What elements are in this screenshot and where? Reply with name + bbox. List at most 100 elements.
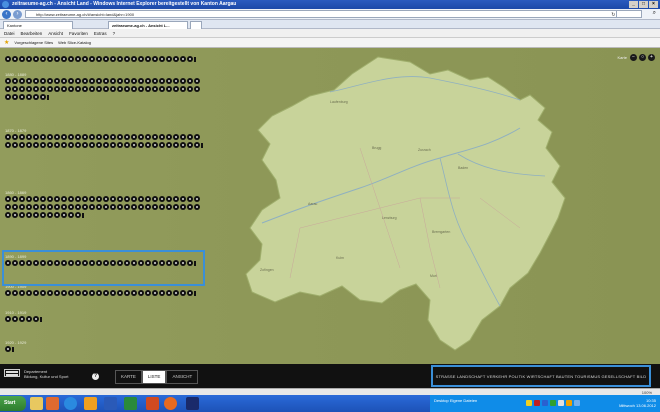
map-pin[interactable] (5, 56, 11, 63)
map-pin[interactable] (173, 56, 179, 63)
map-pin[interactable] (47, 290, 53, 297)
map-pin[interactable] (89, 56, 95, 63)
map-pin[interactable] (124, 134, 130, 141)
map-pin[interactable] (117, 142, 123, 149)
map-pin[interactable] (47, 204, 53, 211)
map-pin[interactable] (110, 78, 116, 85)
maximize-button[interactable]: □ (639, 1, 648, 8)
map-pin[interactable] (26, 204, 32, 211)
forward-button[interactable]: › (13, 10, 22, 19)
map-pin[interactable] (54, 78, 60, 85)
category-bauten[interactable]: BAUTEN (556, 374, 573, 379)
map-pin[interactable] (173, 204, 179, 211)
mode-karte-button[interactable]: KARTE (115, 370, 142, 384)
map-pin[interactable] (5, 86, 11, 93)
map-pin[interactable] (26, 94, 32, 101)
map-pin[interactable] (89, 78, 95, 85)
menu-item-help[interactable]: ? (113, 29, 116, 37)
map-pin[interactable] (5, 142, 11, 149)
map-pin[interactable] (166, 56, 172, 63)
map-pin[interactable] (124, 56, 130, 63)
map-pin[interactable] (194, 134, 200, 141)
map-pin[interactable] (75, 204, 81, 211)
map-pin[interactable] (103, 204, 109, 211)
map-pin[interactable] (40, 212, 46, 219)
map-pin[interactable] (89, 290, 95, 297)
map-pin[interactable] (152, 290, 158, 297)
firefox-icon[interactable] (164, 397, 177, 410)
map-pin[interactable] (117, 204, 123, 211)
map-pin[interactable] (145, 196, 151, 203)
map-pin[interactable] (166, 86, 172, 93)
map-pin[interactable] (54, 142, 60, 149)
map-pin[interactable] (5, 196, 11, 203)
menu-item-bearbeiten[interactable]: Bearbeiten (21, 29, 43, 37)
map-pin[interactable] (19, 86, 25, 93)
category-bild[interactable]: BILD (637, 374, 647, 379)
category-strasse[interactable]: STRASSE (436, 374, 456, 379)
map-pin[interactable] (180, 290, 186, 297)
tray-update-icon[interactable] (566, 400, 572, 406)
zoom-reset-button[interactable]: ○ (639, 54, 646, 61)
map-pin[interactable] (187, 196, 193, 203)
map-pin[interactable] (124, 196, 130, 203)
map-pin[interactable] (40, 142, 46, 149)
map-pin[interactable] (54, 290, 60, 297)
tray-network-icon[interactable] (542, 400, 548, 406)
map-pin[interactable] (187, 142, 193, 149)
map-pin[interactable] (166, 290, 172, 297)
outlook-icon[interactable] (84, 397, 97, 410)
map-pin[interactable] (187, 56, 193, 63)
map-pin[interactable] (26, 78, 32, 85)
tray-folder-icon[interactable] (526, 400, 532, 406)
map-pin[interactable] (117, 290, 123, 297)
category-wirtschaft[interactable]: WIRTSCHAFT (527, 374, 555, 379)
map-pin[interactable] (180, 56, 186, 63)
map-pin[interactable] (166, 134, 172, 141)
map-pin[interactable] (103, 78, 109, 85)
map-pin[interactable] (124, 290, 130, 297)
tray-clock[interactable]: 10:35 Mittwoch 13.06.2012 (619, 398, 656, 408)
map-pin[interactable] (117, 86, 123, 93)
tab-zeitraeume[interactable]: zeitraeume-ag.ch - Ansicht L... (108, 21, 188, 29)
map-pin[interactable] (103, 56, 109, 63)
map-pin[interactable] (138, 56, 144, 63)
category-gesellschaft[interactable]: GESELLSCHAFT (601, 374, 635, 379)
map-pin[interactable] (5, 78, 11, 85)
map-pin[interactable] (173, 142, 179, 149)
start-button[interactable]: Start (0, 396, 26, 411)
map-pin[interactable] (131, 86, 137, 93)
map-pin[interactable] (5, 134, 11, 141)
map-pin[interactable] (75, 134, 81, 141)
back-button[interactable]: ‹ (2, 10, 11, 19)
map-pin[interactable] (19, 142, 25, 149)
map-pin[interactable] (68, 196, 74, 203)
menu-item-datei[interactable]: Datei (4, 29, 15, 37)
map-pin[interactable] (117, 134, 123, 141)
map-pin[interactable] (5, 290, 11, 297)
map-pin[interactable] (75, 86, 81, 93)
map-pin[interactable] (96, 142, 102, 149)
map-pin[interactable] (173, 134, 179, 141)
close-button[interactable]: × (649, 1, 658, 8)
map-pin[interactable] (159, 142, 165, 149)
map-pin[interactable] (26, 196, 32, 203)
tray-status-icon[interactable] (550, 400, 556, 406)
map-pin[interactable] (12, 212, 18, 219)
map-pin[interactable] (180, 142, 186, 149)
explorer-icon[interactable] (30, 397, 43, 410)
map-pin[interactable] (47, 142, 53, 149)
map-pin[interactable] (131, 78, 137, 85)
map-pin[interactable] (103, 196, 109, 203)
map-pin[interactable] (68, 56, 74, 63)
map-pin[interactable] (138, 204, 144, 211)
map-pin[interactable] (187, 78, 193, 85)
map-pin[interactable] (5, 94, 11, 101)
map-pin[interactable] (54, 212, 60, 219)
tab-kantone[interactable]: Kantone (3, 21, 73, 29)
map-pin[interactable] (40, 56, 46, 63)
map-pin[interactable] (75, 196, 81, 203)
map-pin[interactable] (12, 142, 18, 149)
favorites-star-icon[interactable]: ★ (4, 38, 9, 47)
map-pin[interactable] (138, 78, 144, 85)
